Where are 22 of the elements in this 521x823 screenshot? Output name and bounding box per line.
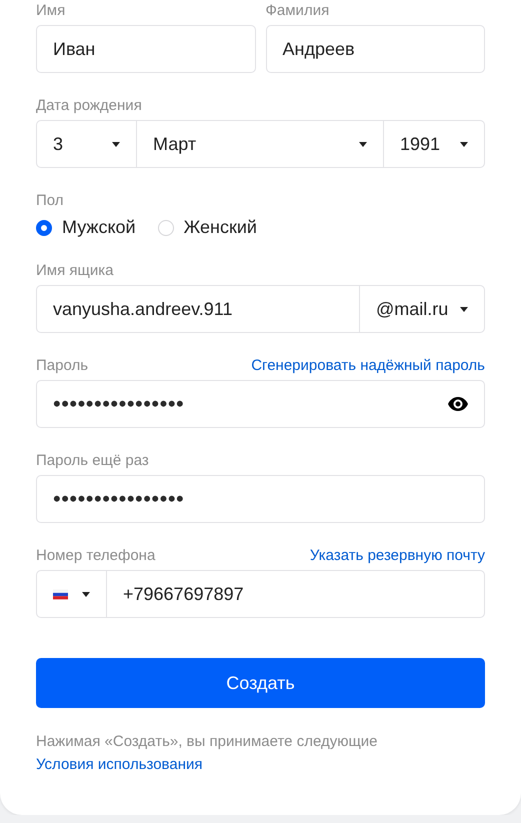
- field-label: Имя ящика: [36, 262, 114, 280]
- backup-email-link[interactable]: Указать резервную почту: [310, 547, 485, 565]
- password-field[interactable]: ••••••••••••••••: [36, 475, 485, 523]
- field-label: Пароль ещё раз: [36, 452, 149, 470]
- field-label: Имя: [36, 2, 66, 20]
- day-dropdown[interactable]: 3: [36, 120, 137, 168]
- radio-option[interactable]: Женский: [158, 217, 257, 238]
- terms-link[interactable]: Условия использования: [36, 756, 202, 773]
- field-label: Номер телефона: [36, 547, 156, 565]
- field-label: Пароль: [36, 357, 88, 375]
- input-field[interactable]: Андреев: [266, 25, 485, 73]
- field-label: Дата рождения: [36, 97, 142, 115]
- field-label: Фамилия: [266, 2, 330, 20]
- input-field[interactable]: Иван: [36, 25, 256, 73]
- create-button[interactable]: Создать: [36, 658, 485, 708]
- radio-option[interactable]: Мужской: [36, 217, 136, 238]
- terms-text: Нажимая «Создать», вы принимаете следующие Условия использования: [36, 732, 379, 775]
- month-dropdown[interactable]: Март: [137, 120, 384, 168]
- year-dropdown[interactable]: 1991: [384, 120, 485, 168]
- generate-password-link[interactable]: Сгенерировать надёжный пароль: [251, 357, 485, 375]
- password-field[interactable]: ••••••••••••••••: [36, 380, 485, 428]
- field-label: Пол: [36, 192, 64, 210]
